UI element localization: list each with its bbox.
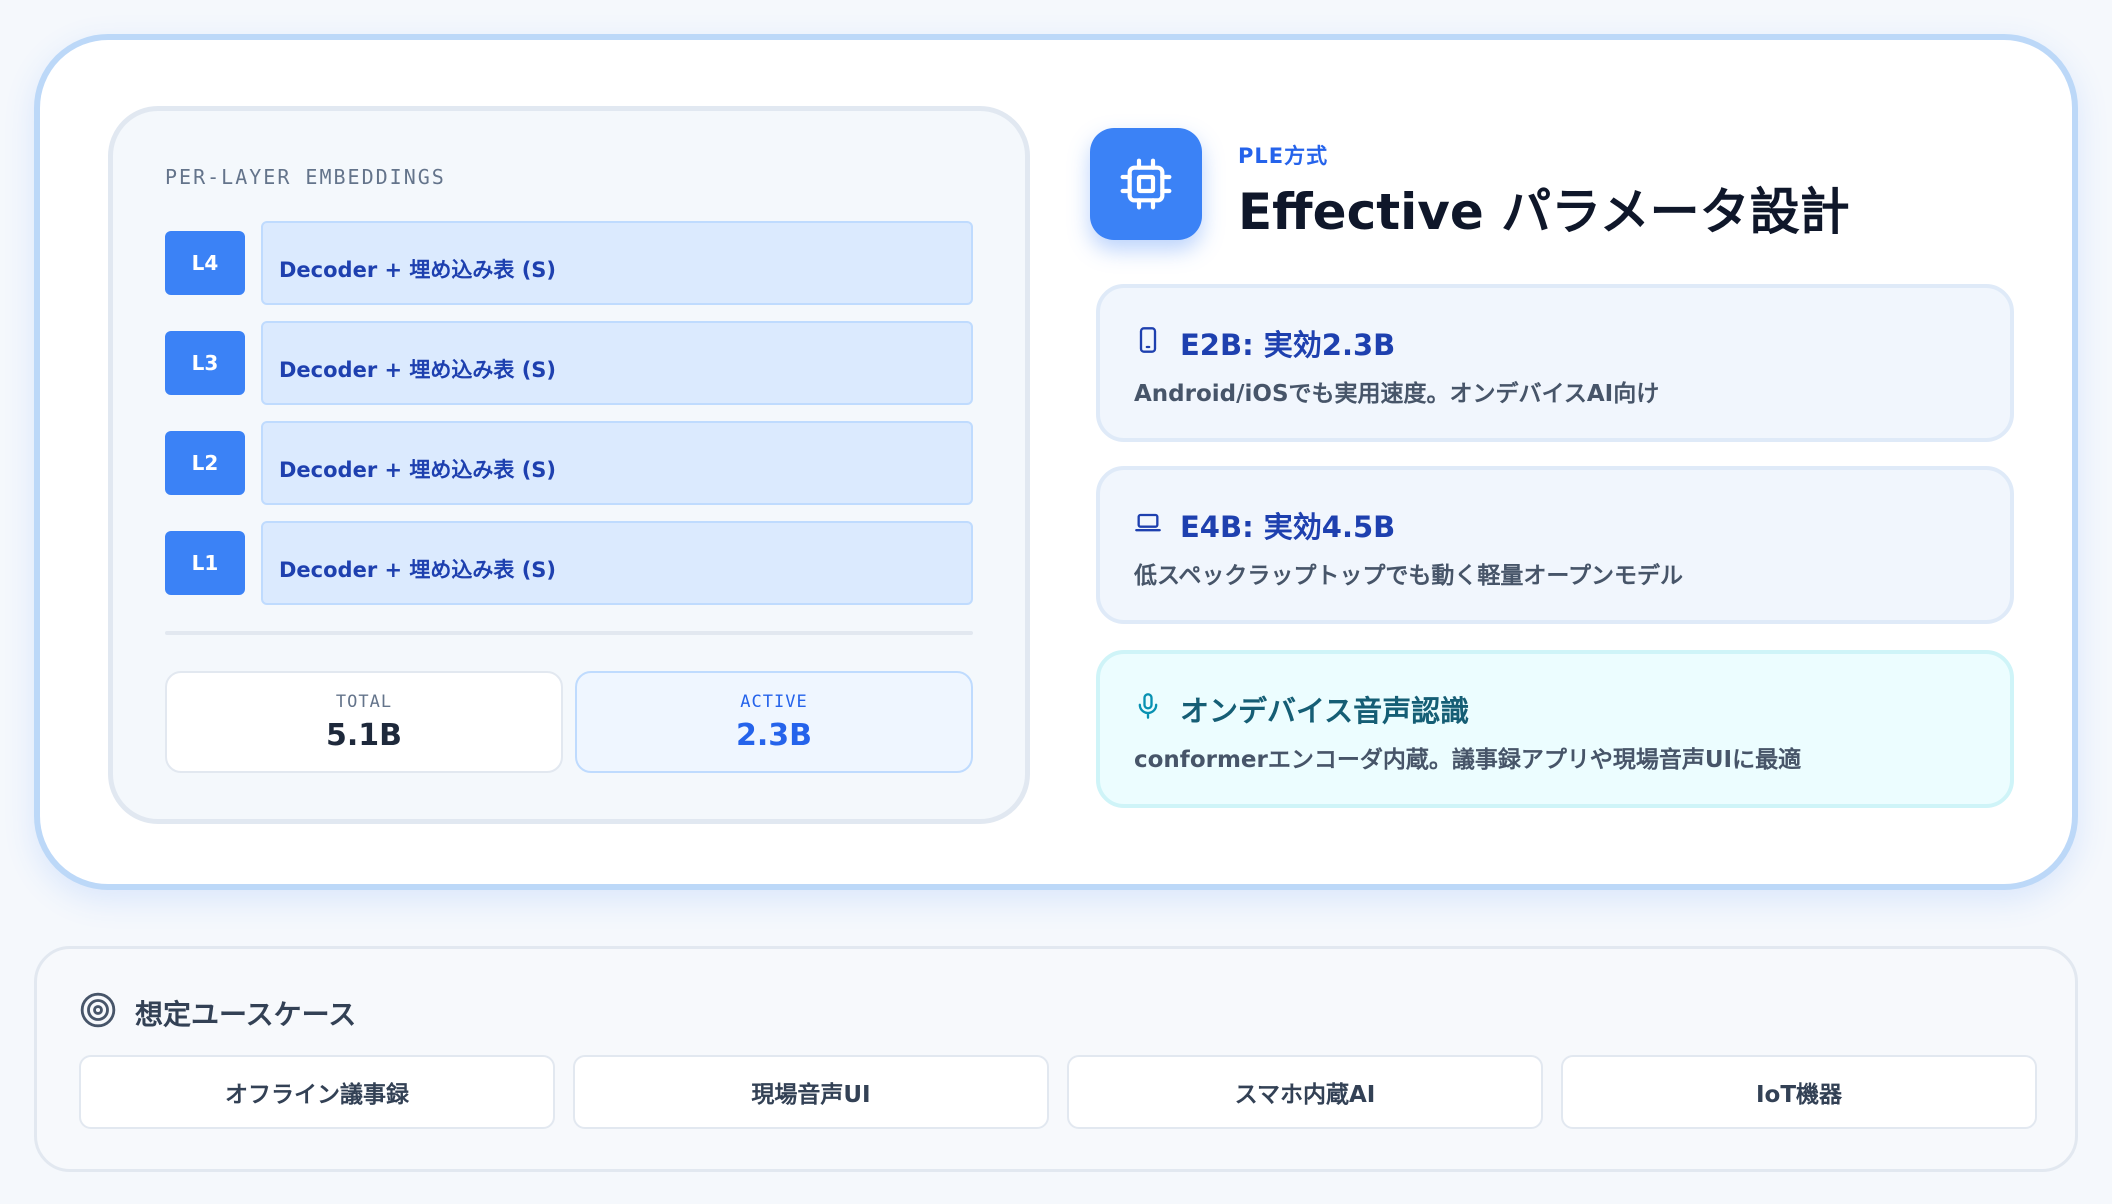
page-title: Effective パラメータ設計	[1238, 183, 1850, 241]
active-params-stat: ACTIVE 2.3B	[575, 671, 973, 773]
ple-diagram-panel: PER-LAYER EMBEDDINGS L4 Decoder + 埋め込み表 …	[108, 106, 1030, 824]
layer-row-l1: L1 Decoder + 埋め込み表 (S)	[165, 521, 973, 605]
stat-value: 5.1B	[325, 717, 402, 753]
stat-value: 2.3B	[735, 717, 812, 753]
total-params-stat: TOTAL 5.1B	[165, 671, 563, 773]
layer-badge: L3	[165, 331, 245, 395]
usecase-chip-smartphone-ai[interactable]: スマホ内蔵AI	[1067, 1055, 1543, 1129]
usecase-chip-offline-minutes[interactable]: オフライン議事録	[79, 1055, 555, 1129]
diagram-heading: PER-LAYER EMBEDDINGS	[165, 165, 446, 189]
layer-badge: L1	[165, 531, 245, 595]
feature-card-e4b: E4B: 実効4.5B 低スペックラップトップでも動く軽量オープンモデル	[1096, 466, 2014, 624]
feature-desc: 低スペックラップトップでも動く軽量オープンモデル	[1134, 563, 1684, 589]
feature-title: オンデバイス音声認識	[1180, 694, 1470, 728]
layer-bar: Decoder + 埋め込み表 (S)	[261, 521, 973, 605]
laptop-icon	[1135, 513, 1161, 532]
layer-bar: Decoder + 埋め込み表 (S)	[261, 321, 973, 405]
layer-row-l3: L3 Decoder + 埋め込み表 (S)	[165, 321, 973, 405]
microphone-icon	[1138, 693, 1158, 719]
section-eyebrow: PLE方式	[1238, 144, 1329, 168]
stat-label: TOTAL	[335, 691, 393, 712]
target-icon	[80, 992, 116, 1028]
layer-row-l4: L4 Decoder + 埋め込み表 (S)	[165, 221, 973, 305]
layer-row-l2: L2 Decoder + 埋め込み表 (S)	[165, 421, 973, 505]
usecase-chip-field-voice-ui[interactable]: 現場音声UI	[573, 1055, 1049, 1129]
feature-desc: Android/iOSでも実用速度。オンデバイスAI向け	[1134, 381, 1660, 407]
usecase-heading: 想定ユースケース	[135, 998, 357, 1031]
stat-label: ACTIVE	[740, 691, 808, 712]
layer-bar: Decoder + 埋め込み表 (S)	[261, 421, 973, 505]
layer-badge: L2	[165, 431, 245, 495]
layer-badge: L4	[165, 231, 245, 295]
feature-title: E4B: 実効4.5B	[1180, 510, 1396, 544]
usecase-card: 想定ユースケース オフライン議事録 現場音声UI スマホ内蔵AI IoT機器	[34, 946, 2078, 1172]
feature-card-speech: オンデバイス音声認識 conformerエンコーダ内蔵。議事録アプリや現場音声U…	[1096, 650, 2014, 808]
chip-icon	[1090, 128, 1202, 240]
panel-divider	[165, 631, 973, 635]
feature-desc: conformerエンコーダ内蔵。議事録アプリや現場音声UIに最適	[1134, 747, 1802, 773]
main-card: PER-LAYER EMBEDDINGS L4 Decoder + 埋め込み表 …	[34, 34, 2078, 890]
usecase-chip-iot-devices[interactable]: IoT機器	[1561, 1055, 2037, 1129]
feature-title: E2B: 実効2.3B	[1180, 328, 1396, 362]
smartphone-icon	[1139, 327, 1157, 353]
layer-bar: Decoder + 埋め込み表 (S)	[261, 221, 973, 305]
feature-card-e2b: E2B: 実効2.3B Android/iOSでも実用速度。オンデバイスAI向け	[1096, 284, 2014, 442]
